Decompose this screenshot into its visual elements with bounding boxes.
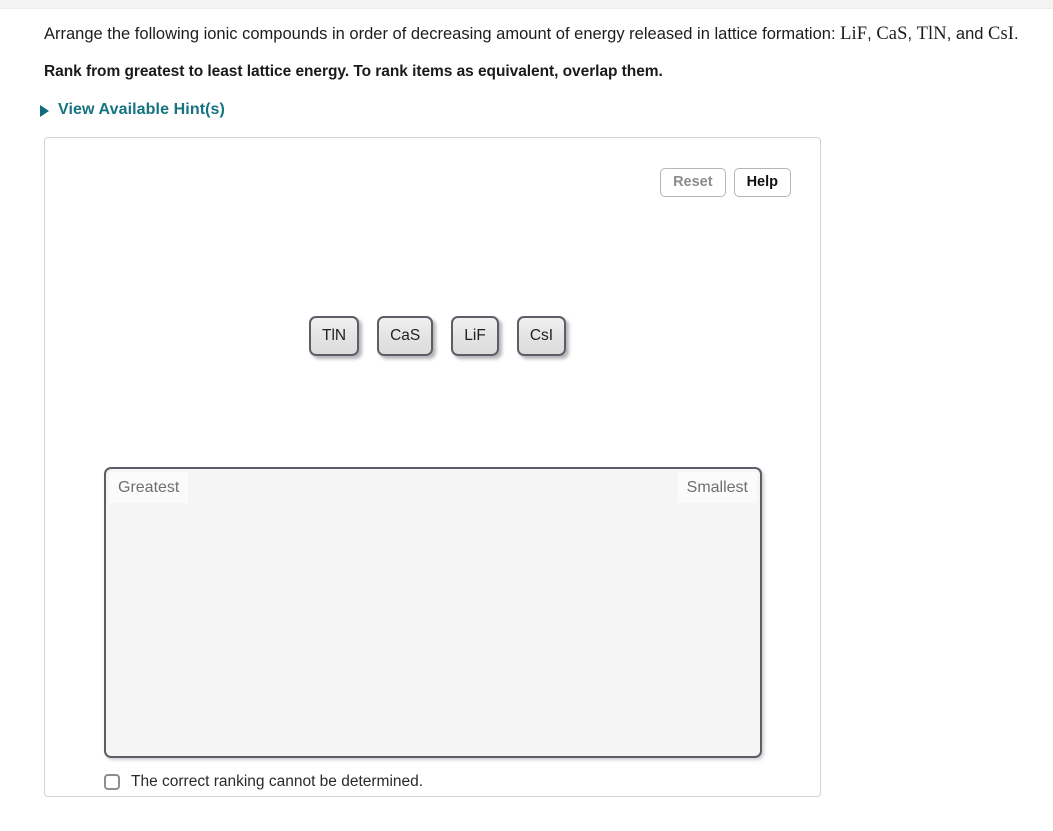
separator-3: , and xyxy=(946,25,989,43)
compound-tln: TlN xyxy=(916,24,947,44)
draggable-tile-cas[interactable]: CaS xyxy=(377,316,434,356)
drop-zone-label-greatest: Greatest xyxy=(109,472,189,503)
draggable-tile-lif[interactable]: LiF xyxy=(451,316,499,356)
separator-4: . xyxy=(1014,25,1019,43)
view-hints-label: View Available Hint(s) xyxy=(58,101,225,118)
separator-2: , xyxy=(907,25,917,43)
draggable-tile-tln[interactable]: TlN xyxy=(309,316,360,356)
cannot-be-determined-label: The correct ranking cannot be determined… xyxy=(131,773,424,790)
help-button[interactable]: Help xyxy=(733,168,791,197)
tile-tray: TlN CaS LiF CsI xyxy=(309,316,567,356)
question-prompt: Arrange the following ionic compounds in… xyxy=(44,22,1044,47)
cannot-be-determined-row[interactable]: The correct ranking cannot be determined… xyxy=(104,773,423,791)
top-browser-strip xyxy=(0,0,1053,9)
view-hints-toggle[interactable]: View Available Hint(s) xyxy=(40,101,285,119)
compound-lif: LiF xyxy=(840,24,868,44)
page-content: Arrange the following ionic compounds in… xyxy=(0,9,1053,797)
triangle-right-icon xyxy=(40,104,49,117)
drop-zone-label-smallest: Smallest xyxy=(677,472,757,503)
draggable-tile-csi[interactable]: CsI xyxy=(516,316,567,356)
ranking-drop-zone[interactable]: Greatest Smallest xyxy=(104,467,762,758)
compound-cas: CaS xyxy=(876,24,908,44)
answer-panel: Reset Help TlN CaS LiF CsI Greatest Smal… xyxy=(44,137,821,797)
compound-csi: CsI xyxy=(988,24,1015,44)
panel-toolbar: Reset Help xyxy=(660,168,791,197)
reset-button[interactable]: Reset xyxy=(660,168,726,197)
question-text: Arrange the following ionic compounds in… xyxy=(44,25,841,43)
rank-instruction: Rank from greatest to least lattice ener… xyxy=(44,63,663,80)
separator-1: , xyxy=(867,25,877,43)
checkbox-unchecked-icon[interactable] xyxy=(104,774,120,790)
